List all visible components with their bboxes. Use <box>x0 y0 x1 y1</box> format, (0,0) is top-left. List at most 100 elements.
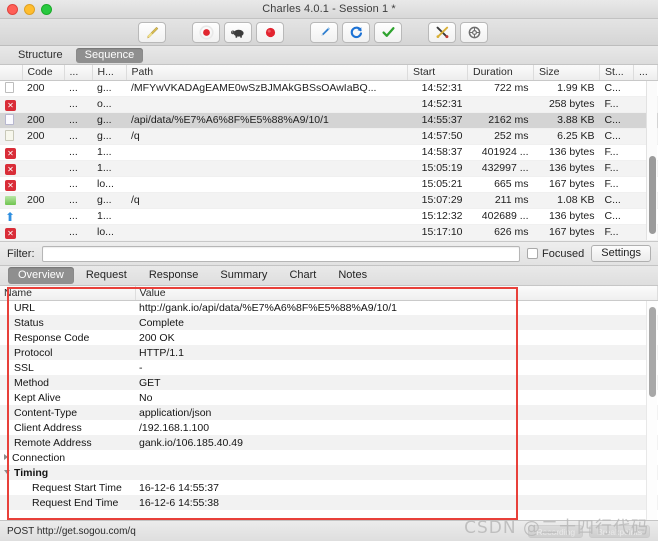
overview-row-name: Timing <box>0 465 135 480</box>
row-status-icon-cell <box>0 112 22 129</box>
column-header-duration[interactable]: Duration <box>467 65 534 81</box>
overview-scrollbar[interactable] <box>646 301 657 520</box>
compose-button[interactable] <box>310 21 338 43</box>
row-start: 14:52:31 <box>407 96 468 113</box>
session-table-body: 200... g.../MFYwVKADAgEAME0wSzBJMAkGBSsOA… <box>0 80 658 241</box>
tab-request[interactable]: Request <box>76 267 137 284</box>
start-stop-recording-button[interactable] <box>192 21 220 43</box>
table-row[interactable]: ✕... o... 14:52:31 258 bytes F... <box>0 96 658 113</box>
breakpoints-indicator-button[interactable]: Breakpoints <box>589 525 650 538</box>
chevron-right-icon[interactable] <box>4 453 8 460</box>
settings-button[interactable] <box>460 21 488 43</box>
column-header-code[interactable]: Code <box>22 65 65 81</box>
tab-overview[interactable]: Overview <box>8 267 74 284</box>
table-row[interactable]: 200... g.../MFYwVKADAgEAME0wSzBJMAkGBSsOA… <box>0 80 658 97</box>
table-row[interactable]: 200... g.../q 14:57:50 252 ms 6.25 KB C... <box>0 128 658 145</box>
table-row[interactable]: ✕... 1... 15:05:19 432997 ... 136 bytes F... <box>0 160 658 177</box>
row-size: 167 bytes <box>533 224 600 241</box>
overview-column-value[interactable]: Value <box>135 286 658 301</box>
row-code <box>22 96 64 113</box>
tab-response[interactable]: Response <box>139 267 209 284</box>
list-item[interactable]: Request Start Time 16-12-6 14:55:37 <box>0 480 658 495</box>
throttle-button[interactable] <box>224 21 252 43</box>
list-item[interactable]: Request End Time 16-12-6 14:55:38 <box>0 495 658 510</box>
row-path <box>126 96 408 113</box>
focused-checkbox-wrap[interactable]: Focused <box>527 248 584 260</box>
list-item[interactable]: Connection <box>0 450 658 465</box>
overview-row-name: Method <box>0 375 135 390</box>
list-item[interactable]: Remote Address gank.io/106.185.40.49 <box>0 435 658 450</box>
overview-row-value: - <box>139 361 143 374</box>
row-dots: ... <box>64 96 92 113</box>
row-start: 15:07:29 <box>407 192 468 209</box>
list-item[interactable]: Kept Alive No <box>0 390 658 405</box>
table-row[interactable]: ✕... lo... 15:17:10 626 ms 167 bytes F... <box>0 224 658 241</box>
tab-chart[interactable]: Chart <box>279 267 326 284</box>
tab-structure[interactable]: Structure <box>9 48 72 63</box>
list-item[interactable]: Client Address/192.168.1.100 <box>0 420 658 435</box>
settings-filter-button[interactable]: Settings <box>591 245 651 262</box>
list-item[interactable]: Protocol HTTP/1.1 <box>0 345 658 360</box>
row-dots: ... <box>64 144 92 161</box>
table-row[interactable]: ✕... 1... 14:58:37 401924 ... 136 bytes F... <box>0 144 658 161</box>
column-header-size[interactable]: Size <box>533 65 600 81</box>
tab-notes[interactable]: Notes <box>328 267 377 284</box>
focused-checkbox[interactable] <box>527 248 539 259</box>
row-path: /api/data/%E7%A6%8F%E5%88%A9/10/1 <box>126 112 408 129</box>
table-row[interactable]: ⬆... 1... 15:12:32 402689 ... 136 bytes C... <box>0 208 658 225</box>
column-header-dots[interactable]: ... <box>64 65 93 81</box>
list-item[interactable]: Method GET <box>0 375 658 390</box>
overview-column-name[interactable]: Name <box>0 286 136 301</box>
list-item[interactable]: Content-Type application/json <box>0 405 658 420</box>
list-item[interactable]: Status Complete <box>0 315 658 330</box>
filter-bar: Filter: Focused Settings <box>0 242 658 266</box>
green-check-icon <box>381 25 396 40</box>
row-start: 15:05:21 <box>407 176 468 193</box>
column-header-extra[interactable]: ... <box>633 65 658 81</box>
column-header-start[interactable]: Start <box>407 65 468 81</box>
table-row[interactable]: ✕... lo... 15:05:21 665 ms 167 bytes F... <box>0 176 658 193</box>
row-status-icon-cell: ⬆ <box>0 208 22 225</box>
list-item[interactable]: URL http://gank.io/api/data/%E7%A6%8F%E5%… <box>0 300 658 315</box>
overview-row-value <box>135 450 658 465</box>
list-item[interactable]: Response Code 200 OK <box>0 330 658 345</box>
overview-row-name: Response Code <box>14 331 90 344</box>
focused-label: Focused <box>542 247 585 260</box>
table-row[interactable]: 200... g.../api/data/%E7%A6%8F%E5%88%A9/1… <box>0 112 658 129</box>
row-duration: 402689 ... <box>467 208 534 225</box>
tab-sequence[interactable]: Sequence <box>75 47 144 63</box>
detail-tabs: Overview Request Response Summary Chart … <box>0 266 658 286</box>
row-duration: 665 ms <box>467 176 534 193</box>
overview-scrollbar-thumb[interactable] <box>649 307 656 397</box>
validate-button[interactable] <box>374 21 402 43</box>
toolbar-group-settings <box>428 21 488 43</box>
clear-session-button[interactable] <box>138 21 166 43</box>
column-header-status[interactable]: St... <box>599 65 634 81</box>
chevron-down-icon[interactable] <box>4 469 10 474</box>
column-header-icon[interactable] <box>0 65 23 81</box>
row-dots: ... <box>64 224 92 241</box>
overview-row-name: Protocol <box>0 345 135 360</box>
column-header-host[interactable]: H... <box>92 65 127 81</box>
overview-row-value: application/json <box>135 405 658 420</box>
tools-button[interactable] <box>428 21 456 43</box>
session-table-scrollbar-thumb[interactable] <box>649 156 656 234</box>
session-table-scrollbar[interactable] <box>646 81 657 240</box>
row-status-icon-cell: ✕ <box>0 224 22 241</box>
filter-input[interactable] <box>41 245 521 262</box>
column-header-path[interactable]: Path <box>126 65 408 81</box>
error-x-icon: ✕ <box>5 228 16 239</box>
breakpoints-button[interactable] <box>256 21 284 43</box>
tab-summary[interactable]: Summary <box>210 267 277 284</box>
list-item[interactable]: SSL - <box>0 360 658 375</box>
list-item[interactable]: Timing <box>0 465 658 480</box>
turtle-icon <box>230 25 246 39</box>
table-row[interactable]: 200... g.../q 15:07:29 211 ms 1.08 KB C... <box>0 192 658 209</box>
repeat-button[interactable] <box>342 21 370 43</box>
overview-row-name: Kept Alive <box>14 391 61 404</box>
row-start: 14:52:31 <box>407 80 468 97</box>
row-host: 1... <box>92 208 126 225</box>
overview-row-value: HTTP/1.1 <box>135 345 658 360</box>
recording-indicator-button[interactable]: Recording <box>528 525 584 538</box>
row-code <box>22 176 64 193</box>
